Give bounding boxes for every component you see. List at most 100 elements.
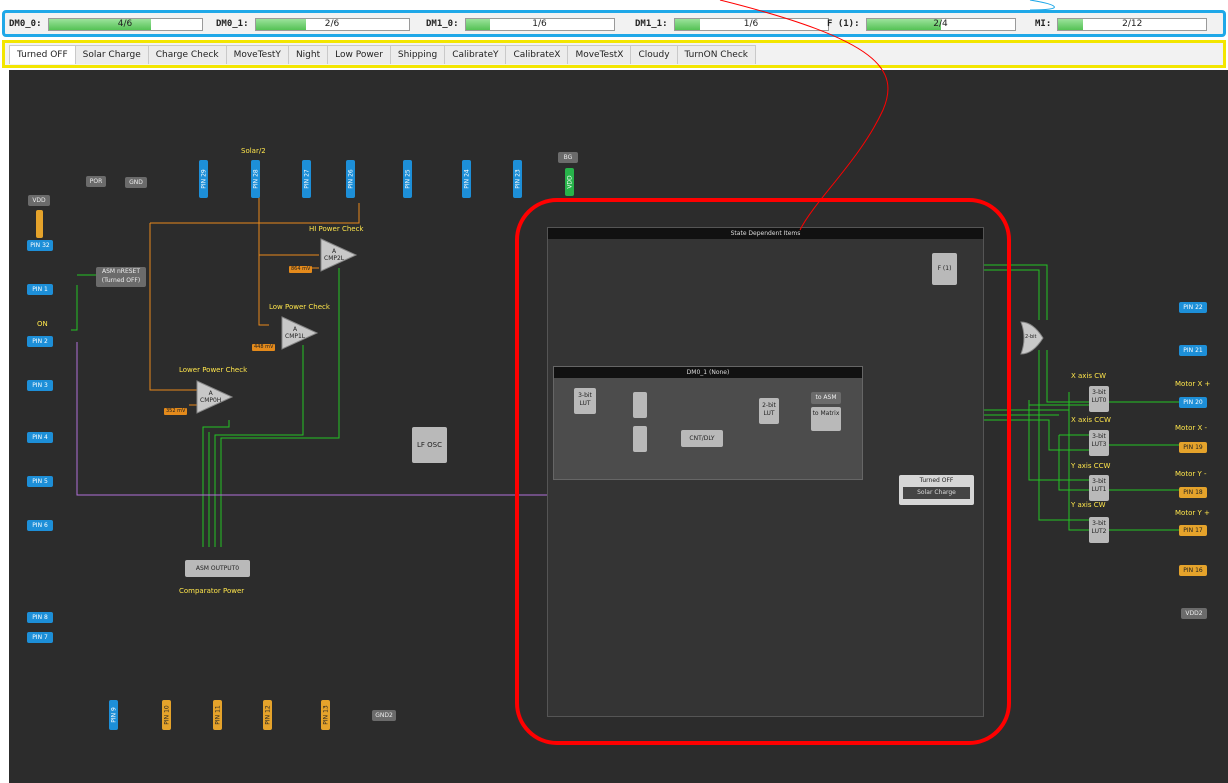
resource-value: 2/12: [1122, 18, 1143, 29]
pin-22[interactable]: PIN 22: [1179, 302, 1207, 313]
dm-lut2[interactable]: 2-bit LUT: [759, 398, 779, 424]
pin-3[interactable]: PIN 3: [27, 380, 53, 391]
x-ccw-label: X axis CCW: [1071, 416, 1111, 424]
cmp1l-text: A CMP1L: [285, 326, 305, 340]
mux-2[interactable]: [633, 426, 647, 452]
to-asm-box[interactable]: to ASM: [811, 392, 841, 404]
x-cw-label: X axis CW: [1071, 372, 1107, 380]
motor-xm-label: Motor X -: [1175, 424, 1207, 432]
pin-29[interactable]: PIN 29: [199, 160, 208, 198]
lfosc-block[interactable]: LF OSC: [412, 427, 447, 463]
vdd-box[interactable]: VDD: [28, 195, 50, 206]
vdd-pin[interactable]: [36, 210, 43, 238]
resource-meter: 4/6: [47, 17, 203, 31]
pin-5[interactable]: PIN 5: [27, 476, 53, 487]
tab-turned-off[interactable]: Turned OFF: [9, 45, 76, 64]
low-power-label: Low Power Check: [269, 303, 330, 311]
mux-1[interactable]: [633, 392, 647, 418]
tab-calibratey[interactable]: CalibrateY: [444, 45, 507, 64]
pin-4[interactable]: PIN 4: [27, 432, 53, 443]
pin-28[interactable]: PIN 28: [251, 160, 260, 198]
mv-hi[interactable]: 864 mV: [289, 266, 313, 273]
cmp-label: CMP0H: [200, 397, 222, 404]
cnt-dly-block[interactable]: CNT/DLY: [681, 430, 723, 447]
vdd2-box[interactable]: VDD2: [1181, 608, 1207, 619]
pin-11[interactable]: PIN 11: [213, 700, 222, 730]
y-cw-label: Y axis CW: [1071, 501, 1106, 509]
tab-turnon-check[interactable]: TurnON Check: [676, 45, 756, 64]
gnd2-box[interactable]: GND2: [372, 710, 396, 721]
tab-shipping[interactable]: Shipping: [389, 45, 446, 64]
asm-output-block[interactable]: ASM OUTPUT0: [185, 560, 250, 577]
vdd-green[interactable]: VDD: [565, 168, 574, 196]
resource-usage-bar: DM0_0: 4/6 DM0_1: 2/6 DM1_0: 1/6 DM1_1: …: [2, 10, 1226, 37]
pin-16[interactable]: PIN 16: [1179, 565, 1207, 576]
pin-2[interactable]: PIN 2: [27, 336, 53, 347]
f1-block[interactable]: F (1): [932, 253, 957, 285]
lut0-block[interactable]: 3-bit LUT0: [1089, 386, 1109, 412]
gnd-box[interactable]: GND: [125, 177, 147, 188]
asm-reset-sub: (Turned OFF): [101, 277, 141, 284]
mv-low[interactable]: 448 mV: [252, 344, 276, 351]
cmp-a: A: [293, 326, 298, 333]
pin-7[interactable]: PIN 7: [27, 632, 53, 643]
cmp-a: A: [208, 390, 213, 397]
tab-cloudy[interactable]: Cloudy: [630, 45, 678, 64]
resource-value: 1/6: [743, 18, 759, 29]
sdi-title: State Dependent Items: [548, 228, 983, 239]
pin-8[interactable]: PIN 8: [27, 612, 53, 623]
pin-label: PIN 23: [514, 169, 521, 189]
cmp-a: A: [332, 248, 337, 255]
design-canvas[interactable]: VDD PIN 32 PIN 1 ON PIN 2 PIN 3 PIN 4 PI…: [9, 70, 1228, 783]
resource-meter: 2/12: [1057, 17, 1208, 31]
pin-32[interactable]: PIN 32: [27, 240, 53, 251]
lut2-block[interactable]: 3-bit LUT2: [1089, 517, 1109, 543]
lut3-block[interactable]: 3-bit LUT3: [1089, 430, 1109, 456]
tab-calibratex[interactable]: CalibrateX: [505, 45, 569, 64]
por-box[interactable]: POR: [86, 176, 106, 187]
lut1-block[interactable]: 3-bit LUT1: [1089, 475, 1109, 501]
pin-label: PIN 9: [110, 707, 117, 723]
pin-12[interactable]: PIN 12: [263, 700, 272, 730]
y-ccw-label: Y axis CCW: [1071, 462, 1111, 470]
resource-meter: 1/6: [464, 17, 615, 31]
pin-label: PIN 13: [322, 705, 329, 725]
pin-label: PIN 24: [463, 169, 470, 189]
pin-27[interactable]: PIN 27: [302, 160, 311, 198]
pin-24[interactable]: PIN 24: [462, 160, 471, 198]
pin-17[interactable]: PIN 17: [1179, 525, 1207, 536]
state-transition-box[interactable]: Turned OFF Solar Charge: [899, 475, 974, 505]
pin-label: PIN 10: [163, 705, 170, 725]
pin-25[interactable]: PIN 25: [403, 160, 412, 198]
tab-solar-charge[interactable]: Solar Charge: [74, 45, 149, 64]
pin-23[interactable]: PIN 23: [513, 160, 522, 198]
pin-6[interactable]: PIN 6: [27, 520, 53, 531]
resource-label: DM1_1:: [635, 19, 668, 29]
pin-9[interactable]: PIN 9: [109, 700, 118, 730]
tab-low-power[interactable]: Low Power: [327, 45, 391, 64]
bg-box[interactable]: BG: [558, 152, 578, 163]
tab-night[interactable]: Night: [287, 45, 329, 64]
tab-charge-check[interactable]: Charge Check: [147, 45, 227, 64]
to-matrix-box[interactable]: to Matrix: [811, 407, 841, 431]
pin-18[interactable]: PIN 18: [1179, 487, 1207, 498]
resource-value: 2/6: [324, 18, 340, 29]
pin-label: PIN 11: [214, 705, 221, 725]
pin-10[interactable]: PIN 10: [162, 700, 171, 730]
resource-label: DM0_0:: [9, 19, 42, 29]
pin-26[interactable]: PIN 26: [346, 160, 355, 198]
dm-lut3[interactable]: 3-bit LUT: [574, 388, 596, 414]
pin-21[interactable]: PIN 21: [1179, 345, 1207, 356]
pin-1[interactable]: PIN 1: [27, 284, 53, 295]
pin-20[interactable]: PIN 20: [1179, 397, 1207, 408]
pin-19[interactable]: PIN 19: [1179, 442, 1207, 453]
tab-movetestx[interactable]: MoveTestX: [567, 45, 632, 64]
resource-label: DM1_0:: [426, 19, 459, 29]
pin-13[interactable]: PIN 13: [321, 700, 330, 730]
mv-lower[interactable]: 352 mV: [164, 408, 188, 415]
resource-mi: MI: 2/12: [1035, 16, 1208, 32]
state-next[interactable]: Solar Charge: [903, 487, 970, 499]
asm-reset-block[interactable]: ASM nRESET (Turned OFF): [96, 267, 146, 287]
resource-f1: F (1): 2/4: [827, 16, 1016, 32]
tab-movetesty[interactable]: MoveTestY: [225, 45, 289, 64]
